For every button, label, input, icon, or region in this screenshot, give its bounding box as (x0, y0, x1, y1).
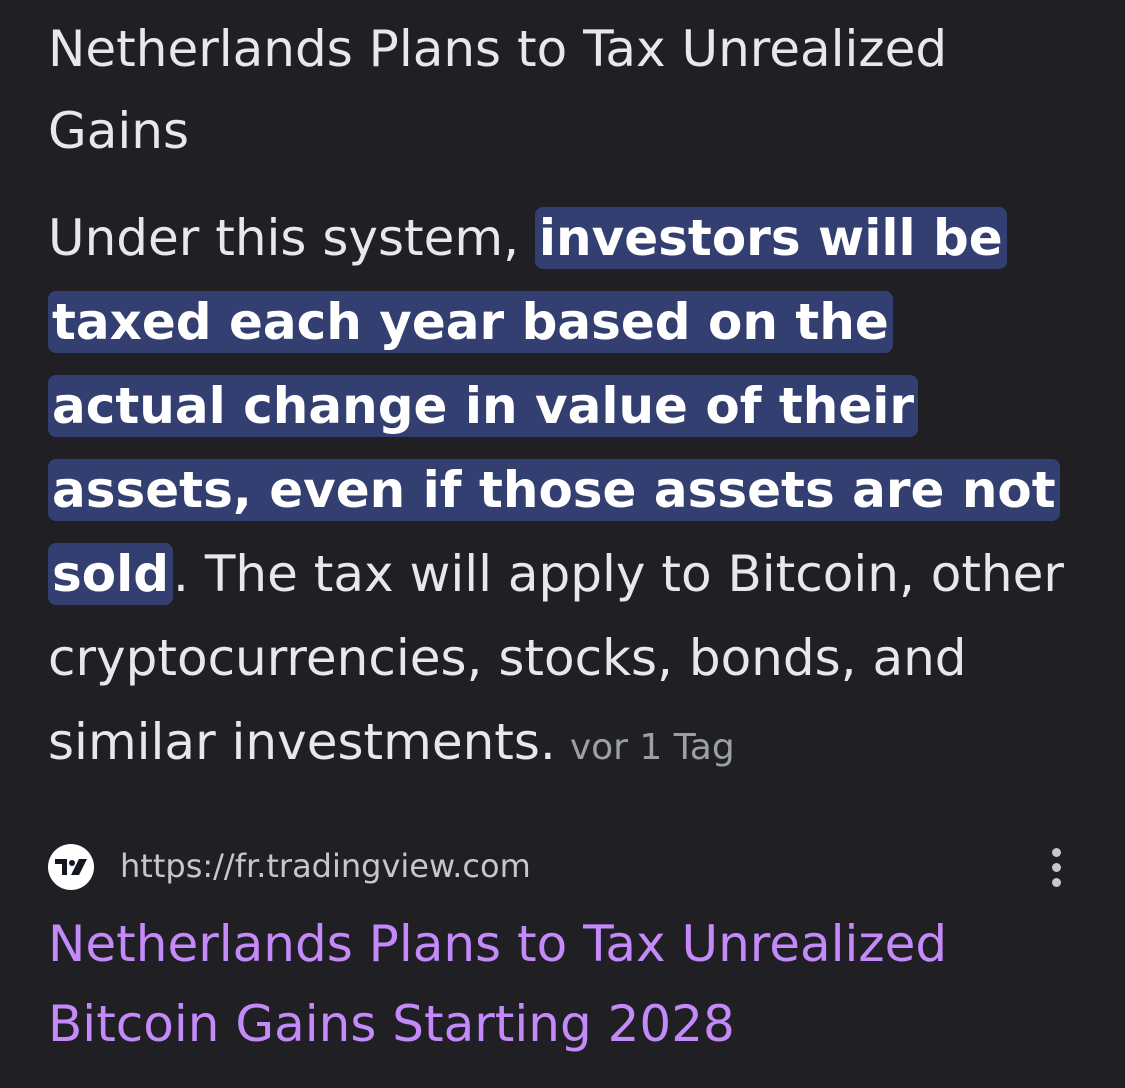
result-title-link[interactable]: Netherlands Plans to Tax Unrealized Bitc… (48, 904, 1088, 1064)
snippet-date: vor 1 Tag (569, 727, 735, 768)
snippet-text-after: . The tax will apply to Bitcoin, other c… (48, 545, 1064, 771)
snippet-text-before: Under this system, (48, 209, 535, 267)
result-source[interactable]: https://fr.tradingview.com (48, 838, 1088, 894)
snippet-text: Under this system, investors will be tax… (48, 196, 1068, 790)
source-url[interactable]: https://fr.tradingview.com (120, 842, 531, 890)
more-options-icon[interactable] (1038, 838, 1074, 896)
snippet-heading: Netherlands Plans to Tax Unrealized Gain… (48, 20, 948, 160)
tradingview-logo-icon (48, 844, 94, 890)
